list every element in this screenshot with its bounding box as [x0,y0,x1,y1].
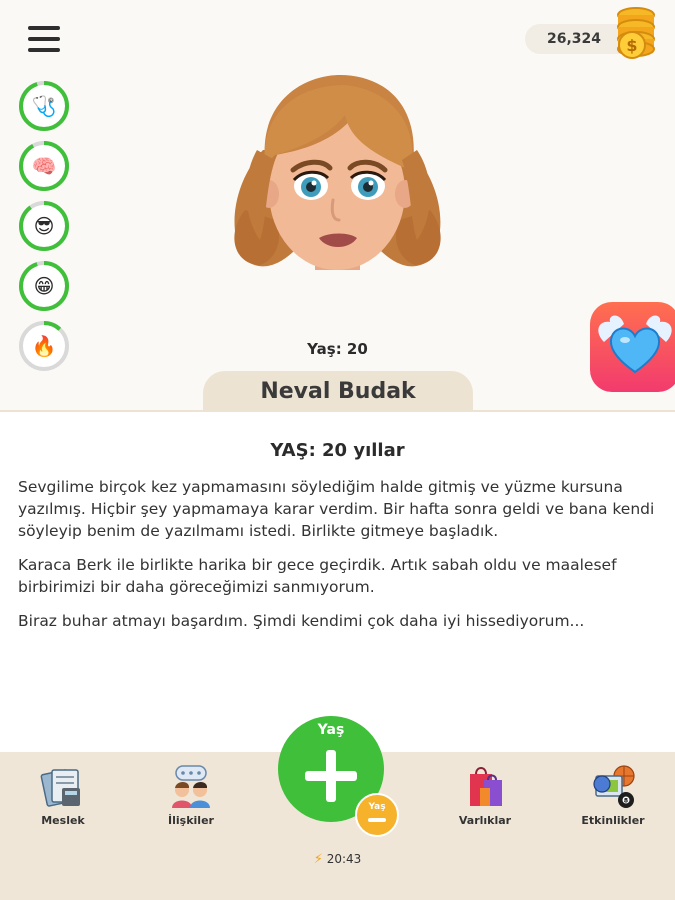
people-chat-icon [172,765,210,808]
stat-health[interactable]: 🩺 [18,80,70,132]
job-documents-icon [40,769,80,807]
nav-assets[interactable]: Varlıklar [440,752,530,842]
age-label: Yaş: 20 [307,340,368,358]
first-aid-kit-icon: 🩺 [31,94,57,118]
nav-assets-label: Varlıklar [458,814,512,827]
nav-career-label: Meslek [41,814,85,827]
money-value: 26,324 [547,31,602,47]
age-up-label: Yaş [317,722,345,738]
nav-activities[interactable]: 8 Etkinlikler [568,752,658,842]
log-year-title: YAŞ: 20 yıllar [270,440,405,461]
lightning-bolt-icon: ⚡ [313,852,323,867]
age-down-button[interactable]: Yaş [355,793,399,837]
nav-relationships[interactable]: İlişkiler [146,752,236,842]
hamburger-menu-icon[interactable] [28,26,60,54]
stat-smarts[interactable]: 🧠 [18,140,70,192]
cool-sunglasses-face-icon: 😎 [33,214,55,238]
brain-icon: 🧠 [31,154,57,178]
character-avatar[interactable] [205,60,470,285]
stat-looks[interactable]: 😎 [18,200,70,252]
coin-stack-icon: $ [617,7,655,59]
svg-text:$: $ [626,36,637,55]
stat-happiness[interactable]: 😁 [18,260,70,312]
life-log: YAŞ: 20 yıllar Sevgilime birçok kez yapm… [0,412,675,752]
grinning-face-icon: 😁 [33,274,55,298]
character-name-tab: Neval Budak [203,371,473,411]
log-entry: Sevgilime birçok kez yapmamasını söyledi… [18,478,655,540]
log-entry: Biraz buhar atmayı başardım. Şimdi kendi… [18,612,585,630]
energy-timer: ⚡ 20:43 [0,852,675,867]
activities-balls-icon: 8 [593,765,635,808]
log-entries: Sevgilime birçok kez yapmamasını söyledi… [18,476,658,644]
svg-text:8: 8 [624,798,628,805]
minus-icon [368,818,386,822]
nav-activities-label: Etkinlikler [581,814,645,827]
character-name: Neval Budak [260,378,416,404]
shopping-bags-icon [470,767,502,806]
timer-value: 20:43 [326,852,362,866]
nav-relationships-label: İlişkiler [168,814,214,827]
log-entry: Karaca Berk ile birlikte harika bir gece… [18,556,617,596]
age-down-label: Yaş [368,802,386,812]
nav-career[interactable]: Meslek [18,752,108,842]
